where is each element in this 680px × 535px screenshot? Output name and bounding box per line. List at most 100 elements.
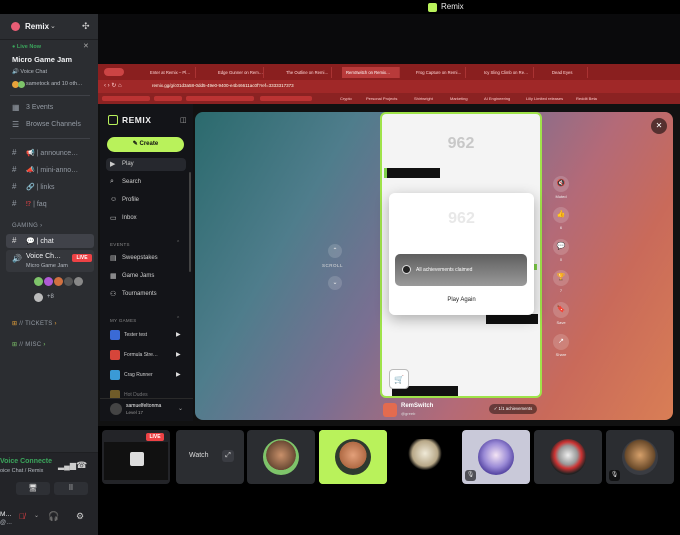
headphones-icon[interactable]: 🎧 [48,511,59,522]
events-link[interactable]: ▦ 3 Events [0,101,98,115]
url-text[interactable]: remix.gg/g/c01d3a58-0dd5-49e0-9400-e4b46… [152,83,294,88]
comment-button[interactable]: 💬 [553,239,569,255]
user-name[interactable]: M… [0,511,12,518]
nav-tournaments[interactable]: ⚇ Tournaments [106,288,186,301]
nav-search[interactable]: ⌕ Search [106,176,186,189]
participant-tile[interactable]: 🎙 [606,430,674,484]
my-game-item[interactable]: Crag Runner ▶ [106,368,186,382]
play-icon[interactable]: ▶ [176,331,181,338]
achievements-pill[interactable]: ✓ 1/1 achievements [489,404,537,414]
sidebar-scrollbar[interactable] [189,172,191,272]
gear-icon[interactable]: ⚙ [76,511,84,522]
avatar[interactable] [54,277,63,286]
activities-button[interactable]: ⠿ [54,482,88,495]
bookmark-pill[interactable] [260,96,312,101]
creator-avatar[interactable] [383,403,397,417]
chevron-down-icon[interactable]: ⌄ [50,22,56,30]
nav-game-jams[interactable]: ▦ Game Jams [106,270,186,283]
live-event-name[interactable]: Micro Game Jam [12,55,72,64]
avatar[interactable] [44,277,53,286]
browser-nav-icons[interactable]: ‹ › ↻ ⌂ [104,82,122,89]
expand-icon[interactable]: ⤢ [222,450,234,462]
bookmark[interactable]: AI Engineering [484,96,510,101]
tab-group-icon[interactable] [104,68,124,76]
disconnect-icon[interactable]: ☎ [76,460,87,471]
category-gaming[interactable]: GAMING › [12,223,42,229]
mic-muted-icon[interactable]: 🎙̸ [19,512,25,521]
my-game-item[interactable]: Tester test ▶ [106,328,186,342]
play-again-button[interactable]: Play Again [389,297,534,303]
category-tickets[interactable]: ⊞ // TICKETS › [12,320,57,327]
nav-profile[interactable]: ☺ Profile [106,194,186,207]
scroll-down-button[interactable]: ⌄ [328,276,342,290]
bookmark[interactable]: Personal Projects [366,96,397,101]
bookmark-pill[interactable] [186,96,254,101]
browser-tab[interactable]: Enter at Remix – Pl… [146,67,196,78]
category-misc[interactable]: ⊞ // MISC › [12,341,46,348]
voice-connected-label[interactable]: Voice Connecte [0,458,52,465]
leaderboard-button[interactable]: 🏆 [553,270,569,286]
bookmark[interactable]: Shirtwright [414,96,433,101]
bookmark[interactable]: Reddit Beta [576,96,597,101]
bookmark[interactable]: Crypto [340,96,352,101]
create-button[interactable]: ✎ Create [107,137,184,152]
my-games-category[interactable]: MY GAMES [110,318,137,323]
invite-people-icon[interactable]: ✣ [82,21,90,32]
avatar[interactable] [34,293,43,302]
close-button[interactable]: ✕ [651,118,667,134]
avatar[interactable] [34,277,43,286]
events-category[interactable]: EVENTS [110,242,130,247]
creator-handle[interactable]: @greeb [401,411,415,416]
avatar[interactable] [74,277,83,286]
bookmark-pill[interactable] [154,96,182,101]
avatar[interactable] [110,403,122,415]
participant-tile[interactable]: 🎙 [462,430,530,484]
signal-icon[interactable]: ▂▄▆ [58,461,76,470]
chevron-up-icon[interactable]: ⌃ [176,240,180,246]
collapse-sidebar-icon[interactable]: ◫ [180,116,187,124]
chevron-down-icon[interactable]: ⌄ [34,512,39,519]
game-title[interactable]: RemSwitch [401,403,433,409]
close-icon[interactable]: ✕ [83,42,89,50]
bookmark-pill[interactable] [102,96,150,101]
browser-tab[interactable]: Frog Capture on Remi… [412,67,466,78]
share-button[interactable]: ↗ [553,334,569,350]
nav-sweepstakes[interactable]: ▤ Sweepstakes [106,252,186,265]
chevron-up-icon[interactable]: ⌃ [176,316,180,322]
like-button[interactable]: 👍 [553,207,569,223]
scroll-up-button[interactable]: ⌃ [328,244,342,258]
channel-announcements[interactable]: # 📢 | announce… [0,146,98,160]
my-game-item[interactable]: Formula Stre… ▶ [106,348,186,362]
browser-tab-active[interactable]: RemSwitch on Remix… [342,67,400,78]
watch-tile[interactable]: Watch ⤢ [176,430,244,484]
bookmark[interactable]: Lilly Limited releases [526,96,563,101]
channel-chat[interactable]: # 💬 | chat [0,234,98,248]
participant-tile[interactable] [534,430,602,484]
bookmark[interactable]: Marketing [450,96,468,101]
play-icon[interactable]: ▶ [176,371,181,378]
participant-tile[interactable] [247,430,315,484]
stream-tile[interactable]: LIVE [102,430,170,484]
nav-play[interactable]: ▶ Play [106,158,186,171]
cart-icon[interactable]: 🛒 [389,369,409,389]
browser-tab[interactable]: Dead Eyes [548,67,588,78]
channel-faq[interactable]: # ⁉ | faq [0,197,98,211]
screen-share-button[interactable]: 🖥 [16,482,50,495]
play-icon[interactable]: ▶ [176,351,181,358]
browser-tab[interactable]: Icy Sling Climb on Re… [480,67,534,78]
voice-connected-channel[interactable]: oice Chat / Remix [0,468,43,474]
channel-links[interactable]: # 🔗 | links [0,180,98,194]
server-name[interactable]: Remix [25,22,49,31]
watch-label[interactable]: Watch [189,452,209,459]
avatar[interactable] [64,277,73,286]
remix-logo[interactable]: REMIX [122,115,151,125]
nav-inbox[interactable]: ▭ Inbox [106,212,186,225]
browser-tab[interactable]: The Outline on Remi… [282,67,332,78]
chevron-down-icon[interactable]: ⌄ [178,405,183,412]
mute-button[interactable]: 🔇 [553,176,569,192]
browser-tab[interactable]: Edge Gunner on Rem… [214,67,264,78]
save-button[interactable]: 🔖 [553,302,569,318]
more-participants-count[interactable]: +8 [47,294,54,300]
browse-channels-link[interactable]: ☰ Browse Channels [0,118,98,132]
participant-tile-speaking[interactable] [319,430,387,484]
